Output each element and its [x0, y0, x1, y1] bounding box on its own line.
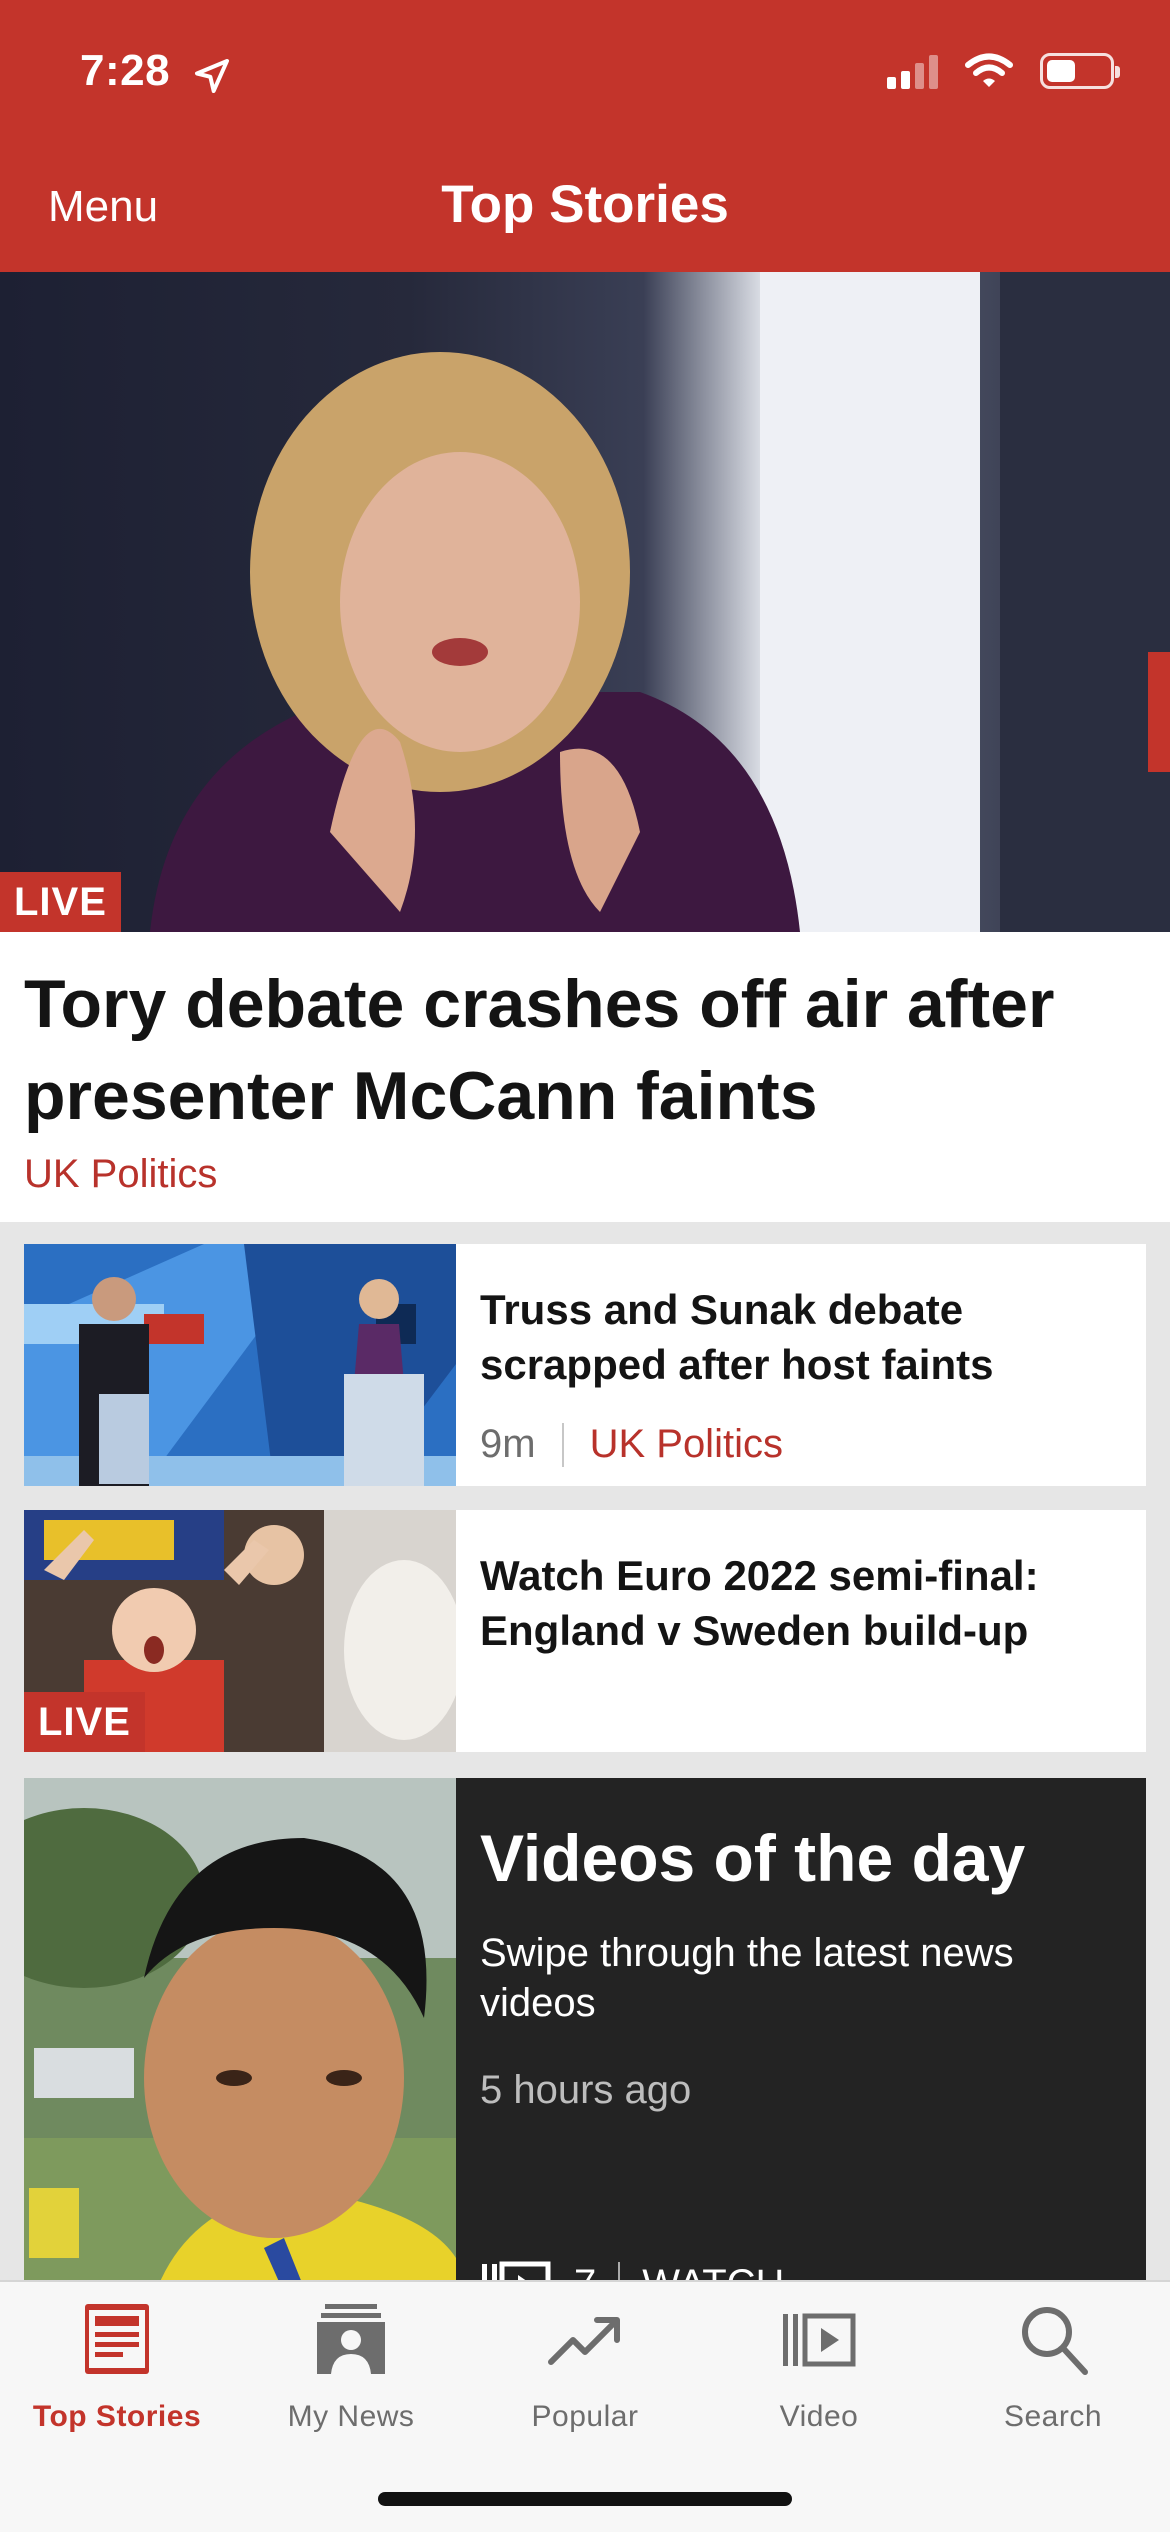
story-headline[interactable]: Watch Euro 2022 semi-final: England v Sw…	[480, 1548, 1120, 1658]
tab-video[interactable]: Video	[702, 2282, 936, 2482]
videos-of-the-day-card[interactable]: Videos of the day Swipe through the late…	[24, 1778, 1146, 2338]
story-time: 9m	[480, 1422, 536, 1466]
trending-up-icon	[548, 2317, 620, 2365]
tab-my-news[interactable]: My News	[234, 2282, 468, 2482]
live-badge: LIVE	[0, 872, 121, 932]
home-indicator	[378, 2492, 792, 2506]
battery-icon	[1040, 53, 1120, 89]
tab-label: My News	[287, 2400, 415, 2433]
top-header: 7:28 Menu Top Stories	[0, 0, 1170, 272]
story-section-link[interactable]: UK Politics	[590, 1422, 783, 1467]
newspaper-icon	[85, 2304, 149, 2374]
video-thumbnail	[24, 1778, 456, 2338]
hero-story[interactable]: LIVE Tory debate crashes off air after p…	[0, 272, 1170, 1222]
story-card[interactable]: Truss and Sunak debate scrapped after ho…	[24, 1244, 1146, 1486]
story-meta: 9m UK Politics	[480, 1422, 783, 1467]
tab-top-stories[interactable]: Top Stories	[0, 2282, 234, 2482]
person-news-icon	[317, 2304, 385, 2374]
status-indicators	[887, 52, 1120, 90]
page-title: Top Stories	[441, 175, 729, 234]
tab-label: Top Stories	[32, 2400, 202, 2433]
hero-headline[interactable]: Tory debate crashes off air after presen…	[24, 958, 1134, 1142]
hero-image	[0, 272, 1170, 932]
tab-search[interactable]: Search	[936, 2282, 1170, 2482]
videos-of-the-day-title: Videos of the day	[480, 1821, 1026, 1895]
tab-label: Video	[779, 2400, 859, 2433]
location-arrow-icon	[195, 59, 229, 93]
videos-of-the-day-time: 5 hours ago	[480, 2068, 692, 2112]
status-time: 7:28	[80, 46, 171, 95]
video-play-icon	[783, 2313, 856, 2367]
cellular-signal-icon	[887, 53, 938, 89]
tab-label: Search	[1003, 2400, 1103, 2433]
hero-section-link[interactable]: UK Politics	[24, 1152, 217, 1197]
live-badge: LIVE	[24, 1692, 145, 1752]
search-icon	[1022, 2307, 1088, 2375]
story-thumbnail	[24, 1244, 456, 1486]
tab-label: Popular	[531, 2400, 639, 2433]
story-headline[interactable]: Truss and Sunak debate scrapped after ho…	[480, 1282, 1120, 1392]
wifi-icon	[965, 53, 1013, 87]
story-card[interactable]: LIVE Watch Euro 2022 semi-final: England…	[24, 1510, 1146, 1752]
videos-of-the-day-subtitle: Swipe through the latest news videos	[480, 1931, 1014, 2025]
meta-divider	[561, 1422, 564, 1467]
tab-popular[interactable]: Popular	[468, 2282, 702, 2482]
